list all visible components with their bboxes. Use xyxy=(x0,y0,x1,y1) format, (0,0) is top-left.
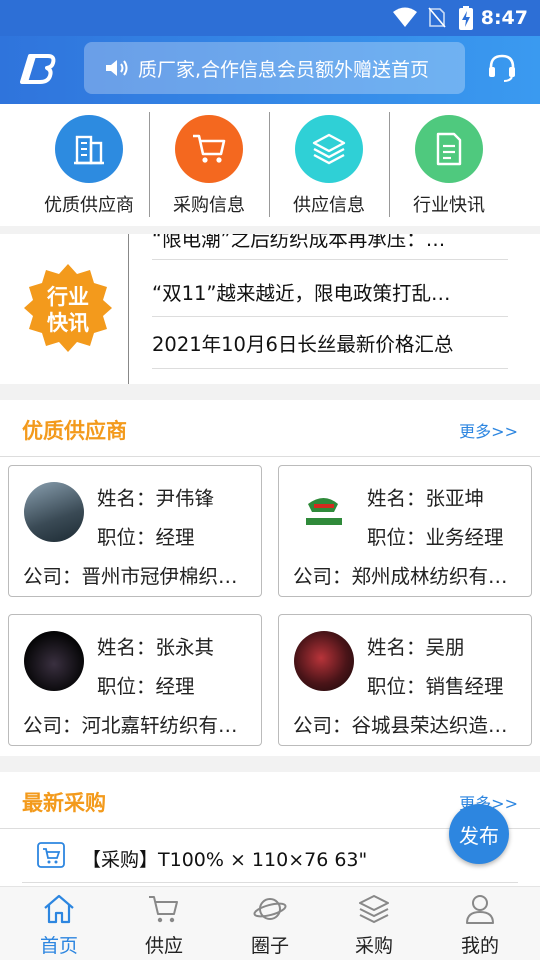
divider xyxy=(22,882,518,883)
divider xyxy=(128,234,129,384)
more-link[interactable]: 更多>> xyxy=(459,418,518,442)
avatar xyxy=(24,482,84,542)
news-item[interactable]: 2021年10月6日长丝最新价格汇总 xyxy=(152,321,508,369)
tab-label: 我的 xyxy=(460,935,499,957)
tab-circle[interactable]: 圈子 xyxy=(225,893,315,958)
tab-label: 首页 xyxy=(39,935,78,957)
supplier-company: 公司：谷城县荣达织造有限公司 xyxy=(293,714,521,737)
status-time: 8:47 xyxy=(480,7,528,29)
quick-nav-label: 优质供应商 xyxy=(44,195,134,216)
supplier-position: 职位：经理 xyxy=(97,526,195,549)
news-panel: 行业 快讯 “限电潮”之后纺织成本再承压：… “双11”越来越近，限电政策打乱…… xyxy=(0,234,540,384)
speaker-icon xyxy=(106,60,128,76)
tab-label: 圈子 xyxy=(250,935,289,957)
quick-nav-label: 采购信息 xyxy=(173,195,245,216)
section-title: 优质供应商 xyxy=(22,419,127,443)
supplier-company: 公司：河北嘉轩纺织有限公司 xyxy=(23,714,251,737)
home-icon xyxy=(44,894,74,924)
bottom-tab-bar: 首页 供应 圈子 采购 我的 xyxy=(0,886,540,960)
quick-nav-purchase[interactable]: 采购信息 xyxy=(149,112,269,222)
quick-nav-label: 行业快讯 xyxy=(413,195,485,216)
supplier-company: 公司：郑州成林纺织有限公司 xyxy=(293,565,521,588)
customer-service-icon[interactable] xyxy=(486,52,518,84)
notice-text: 质厂家,合作信息会员额外赠送首页 xyxy=(138,59,430,81)
layers-icon xyxy=(295,115,363,183)
layers-icon xyxy=(359,895,389,924)
tab-mine[interactable]: 我的 xyxy=(435,893,525,958)
supplier-card[interactable]: 姓名：张亚坤 职位：业务经理 公司：郑州成林纺织有限公司 xyxy=(278,465,532,597)
tab-home[interactable]: 首页 xyxy=(14,893,104,958)
cart-icon xyxy=(175,115,243,183)
suppliers-section: 优质供应商 更多>> 姓名：尹伟锋 职位：经理 公司：晋州市冠伊棉织有限公司 姓… xyxy=(0,400,540,756)
notice-bar[interactable]: 质厂家,合作信息会员额外赠送首页 xyxy=(84,42,465,94)
tab-label: 供应 xyxy=(144,935,183,957)
user-icon xyxy=(466,895,494,924)
supplier-position: 职位：销售经理 xyxy=(367,675,504,698)
badge-line1: 行业 xyxy=(46,285,89,309)
wifi-icon xyxy=(393,7,417,27)
supplier-card[interactable]: 姓名：吴朋 职位：销售经理 公司：谷城县荣达织造有限公司 xyxy=(278,614,532,746)
badge-line2: 快讯 xyxy=(47,311,89,335)
industry-news-badge: 行业 快讯 xyxy=(24,264,112,352)
quick-nav-news[interactable]: 行业快讯 xyxy=(389,112,509,222)
tab-label: 采购 xyxy=(354,935,393,957)
news-item[interactable]: “限电潮”之后纺织成本再承压：… xyxy=(152,234,508,260)
supplier-name: 姓名：尹伟锋 xyxy=(97,487,215,510)
quick-nav-label: 供应信息 xyxy=(293,195,365,216)
planet-icon xyxy=(253,898,287,920)
quick-nav-suppliers[interactable]: 优质供应商 xyxy=(29,112,149,222)
no-sim-icon xyxy=(428,7,446,28)
quick-nav: 优质供应商 采购信息 供应信息 行业快讯 xyxy=(0,104,540,226)
supplier-card[interactable]: 姓名：尹伟锋 职位：经理 公司：晋州市冠伊棉织有限公司 xyxy=(8,465,262,597)
app-logo-icon xyxy=(20,54,56,84)
avatar xyxy=(294,631,354,691)
company-logo xyxy=(294,482,354,542)
tab-supply[interactable]: 供应 xyxy=(119,893,209,958)
app-header: 质厂家,合作信息会员额外赠送首页 xyxy=(0,36,540,104)
supplier-name: 姓名：张亚坤 xyxy=(367,487,485,510)
building-icon xyxy=(55,115,123,183)
quick-nav-supply[interactable]: 供应信息 xyxy=(269,112,389,222)
avatar xyxy=(24,631,84,691)
supplier-position: 职位：经理 xyxy=(97,675,195,698)
document-icon xyxy=(415,115,483,183)
cart-icon xyxy=(149,896,178,923)
cart-icon xyxy=(37,842,65,868)
news-item[interactable]: “双11”越来越近，限电政策打乱… xyxy=(152,271,508,317)
supplier-name: 姓名：张永其 xyxy=(97,636,215,659)
status-bar: 8:47 xyxy=(0,0,540,36)
battery-charging-icon xyxy=(459,6,473,30)
supplier-position: 职位：业务经理 xyxy=(367,526,504,549)
purchase-item[interactable]: 【采购】T100% × 110×76 63" xyxy=(82,845,367,872)
section-title: 最新采购 xyxy=(22,791,106,815)
supplier-name: 姓名：吴朋 xyxy=(367,636,465,659)
divider xyxy=(0,456,540,457)
publish-button[interactable]: 发布 xyxy=(449,804,509,864)
tab-purchase[interactable]: 采购 xyxy=(329,893,419,958)
supplier-card[interactable]: 姓名：张永其 职位：经理 公司：河北嘉轩纺织有限公司 xyxy=(8,614,262,746)
supplier-company: 公司：晋州市冠伊棉织有限公司 xyxy=(23,565,251,588)
